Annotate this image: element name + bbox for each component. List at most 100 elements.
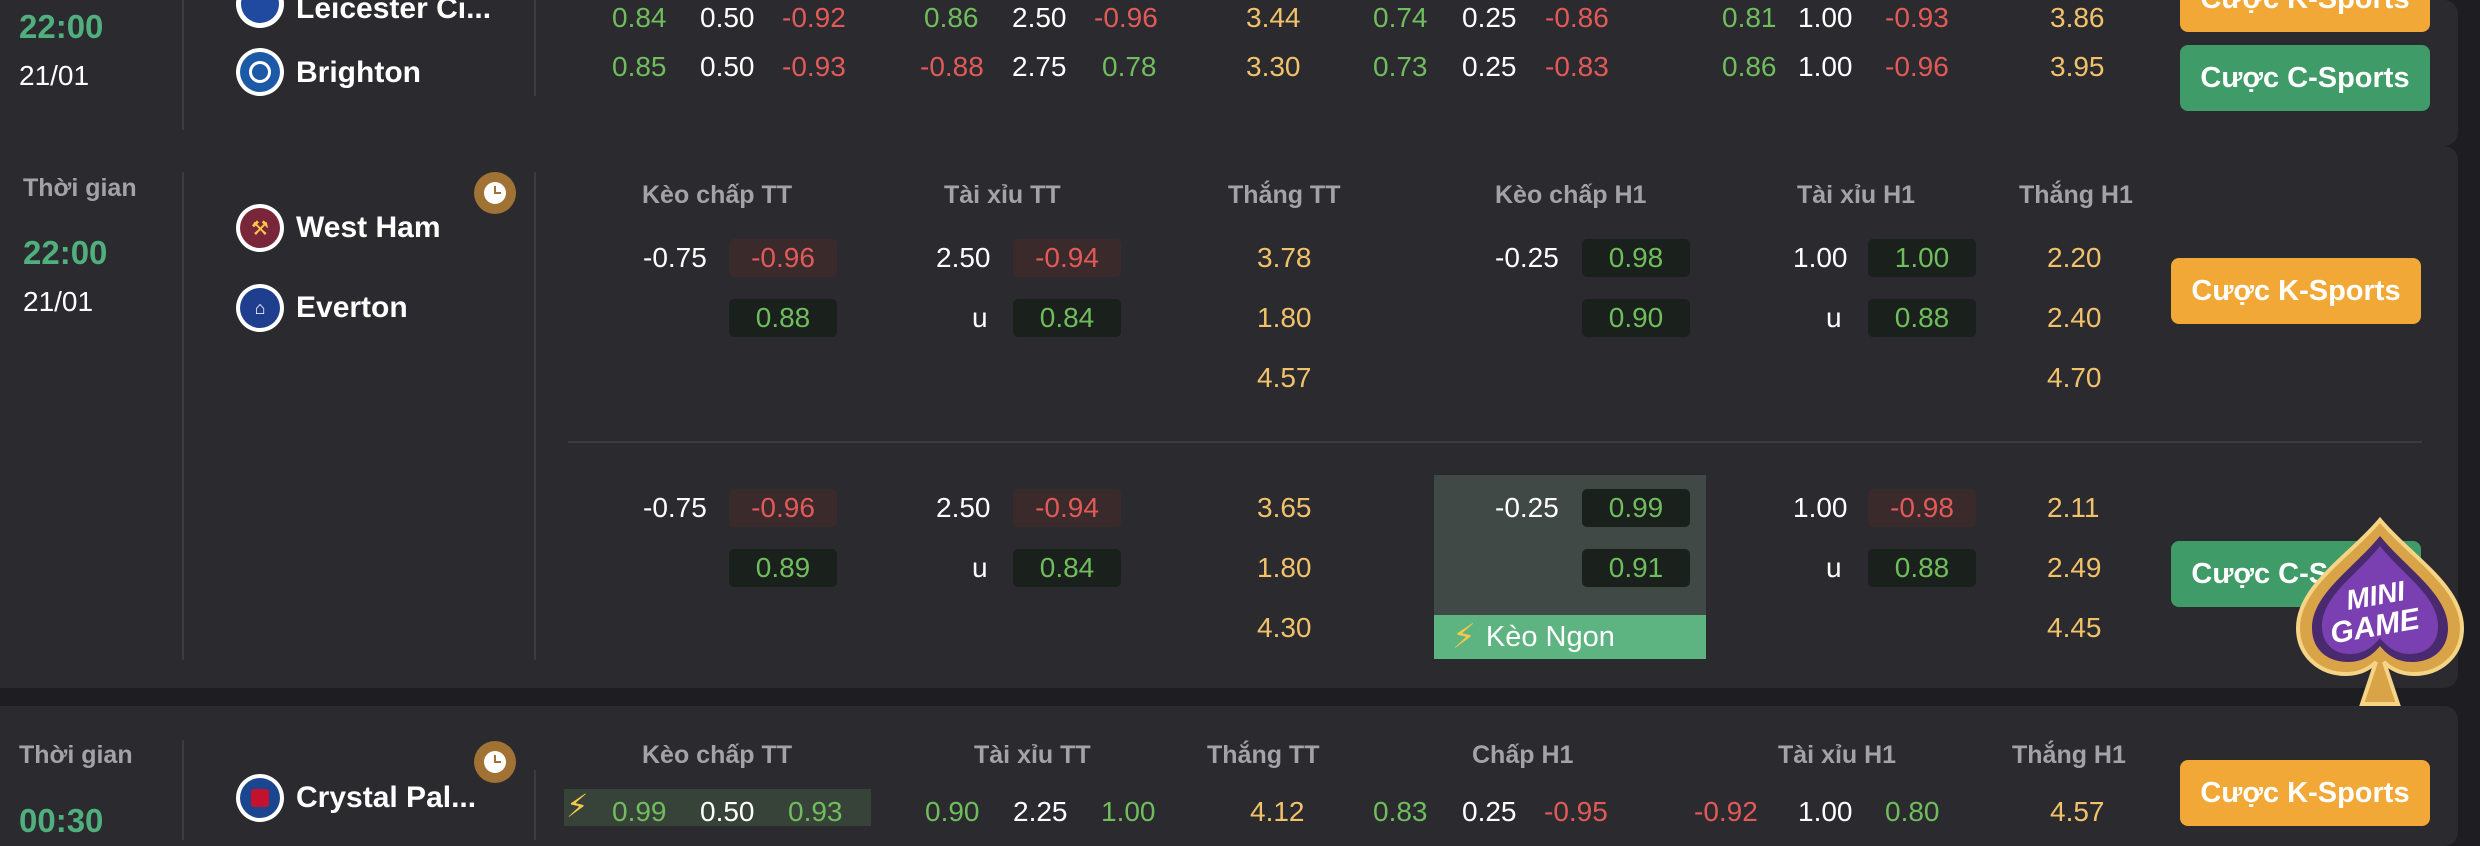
odds-box[interactable]: -0.94 [1013,489,1121,527]
brighton-logo-icon [236,48,284,96]
odds-value[interactable]: 0.86 [1722,53,1777,81]
handicap-line: -0.75 [643,492,707,523]
divider [182,172,184,660]
match-time: 22:00 [23,234,108,271]
divider [534,0,536,96]
odds-box[interactable]: 0.98 [1582,239,1690,277]
odds-line: 1.00 [1798,51,1853,82]
win-odds[interactable]: 4.70 [2047,364,2102,392]
odds-value[interactable]: 0.83 [1373,798,1428,826]
odds-box[interactable]: 0.84 [1013,299,1121,337]
bet-k-sports-button[interactable]: Cược K-Sports [2180,0,2430,32]
odds-value[interactable]: 0.84 [612,4,667,32]
odds-value[interactable]: 0.73 [1373,53,1428,81]
odds-value[interactable]: -0.95 [1544,798,1608,826]
odds-box[interactable]: 0.99 [1582,489,1690,527]
odds-value[interactable]: -0.88 [920,53,984,81]
odds-value[interactable]: 1.00 [1101,798,1156,826]
odds-box[interactable]: 0.91 [1582,549,1690,587]
clock-icon[interactable] [474,172,516,214]
odds-value[interactable]: 0.90 [925,798,980,826]
win-odds[interactable]: 1.80 [1257,304,1312,332]
win-odds[interactable]: 4.57 [1257,364,1312,392]
odds-value[interactable]: -0.93 [1885,4,1949,32]
crystal-palace-logo-icon [236,774,284,822]
bet-k-sports-button[interactable]: Cược K-Sports [2171,258,2421,324]
bet-c-sports-button[interactable]: Cược C-Sports [2180,45,2430,111]
team-home: West Ham [296,211,441,244]
odds-value[interactable]: -0.92 [782,4,846,32]
odds-value[interactable]: 0.81 [1722,4,1777,32]
odds-value[interactable]: -0.92 [1694,798,1758,826]
odds-value[interactable]: 0.85 [612,53,667,81]
divider [534,770,536,840]
bet-k-sports-button[interactable]: Cược K-Sports [2180,760,2430,826]
odds-line: 0.50 [700,796,755,827]
win-odds[interactable]: 2.40 [2047,304,2102,332]
clock-icon[interactable] [474,741,516,783]
odds-box[interactable]: 0.88 [1868,549,1976,587]
odds-value[interactable]: 3.44 [1246,4,1301,32]
odds-value[interactable]: 0.93 [788,798,843,826]
header-over-under-ft: Tài xỉu TT [974,741,1091,769]
header-over-under-ft: Tài xỉu TT [944,181,1061,209]
odds-box[interactable]: -0.94 [1013,239,1121,277]
odds-value[interactable]: 4.57 [2050,798,2105,826]
win-odds[interactable]: 3.78 [1257,244,1312,272]
win-odds[interactable]: 4.45 [2047,614,2102,642]
divider [182,740,184,840]
odds-box[interactable]: -0.96 [729,489,837,527]
odds-value[interactable]: 0.80 [1885,798,1940,826]
divider [534,172,536,660]
time-label: Thời gian [23,174,137,202]
odds-line: 0.25 [1462,2,1517,33]
odds-box[interactable]: 0.84 [1013,549,1121,587]
odds-box[interactable]: -0.96 [729,239,837,277]
odds-box[interactable]: 1.00 [1868,239,1976,277]
odds-value[interactable]: -0.93 [782,53,846,81]
odds-value[interactable]: 0.78 [1102,53,1157,81]
match-date: 21/01 [23,286,94,317]
odds-value[interactable]: -0.86 [1545,4,1609,32]
lightning-icon: ⚡ [566,788,589,824]
win-odds[interactable]: 1.80 [1257,554,1312,582]
odds-value[interactable]: 3.86 [2050,4,2105,32]
match-date: 21/01 [19,60,90,91]
west-ham-logo-icon: ⚒ [236,204,284,252]
odds-line: 1.00 [1798,796,1853,827]
header-over-under-h1: Tài xỉu H1 [1797,181,1916,209]
odds-value[interactable]: 0.99 [612,798,667,826]
header-win-ft: Thắng TT [1207,741,1320,769]
odds-value[interactable]: -0.96 [1094,4,1158,32]
odds-value[interactable]: -0.83 [1545,53,1609,81]
team-home: Leicester Ci... [296,0,492,25]
everton-logo-icon: ⌂ [236,284,284,332]
ou-under-label: u [972,552,988,583]
badge-label: Kèo Ngon [1485,620,1615,653]
odds-value[interactable]: 0.74 [1373,4,1428,32]
mini-game-badge[interactable]: MINI GAME [2290,516,2470,710]
win-odds[interactable]: 2.49 [2047,554,2102,582]
odds-value[interactable]: 3.95 [2050,53,2105,81]
win-odds[interactable]: 2.20 [2047,244,2102,272]
win-odds[interactable]: 2.11 [2047,494,2099,522]
odds-value[interactable]: 3.30 [1246,53,1301,81]
odds-box[interactable]: 0.90 [1582,299,1690,337]
odds-box[interactable]: -0.98 [1868,489,1976,527]
odds-box[interactable]: 0.88 [729,299,837,337]
odds-value[interactable]: 4.12 [1250,798,1305,826]
odds-box[interactable]: 0.88 [1868,299,1976,337]
team-home: Crystal Pal... [296,781,477,814]
ou-line: 1.00 [1793,242,1848,273]
header-handicap-ft: Kèo chấp TT [642,181,793,209]
header-handicap-ft: Kèo chấp TT [642,741,793,769]
win-odds[interactable]: 4.30 [1257,614,1312,642]
odds-value[interactable]: 0.86 [924,4,979,32]
odds-value[interactable]: -0.96 [1885,53,1949,81]
win-odds[interactable]: 3.65 [1257,494,1312,522]
team-away: Brighton [296,56,421,89]
match-time: 00:30 [19,802,104,839]
odds-box[interactable]: 0.89 [729,549,837,587]
handicap-line: -0.75 [643,242,707,273]
ou-line: 2.50 [936,492,991,523]
